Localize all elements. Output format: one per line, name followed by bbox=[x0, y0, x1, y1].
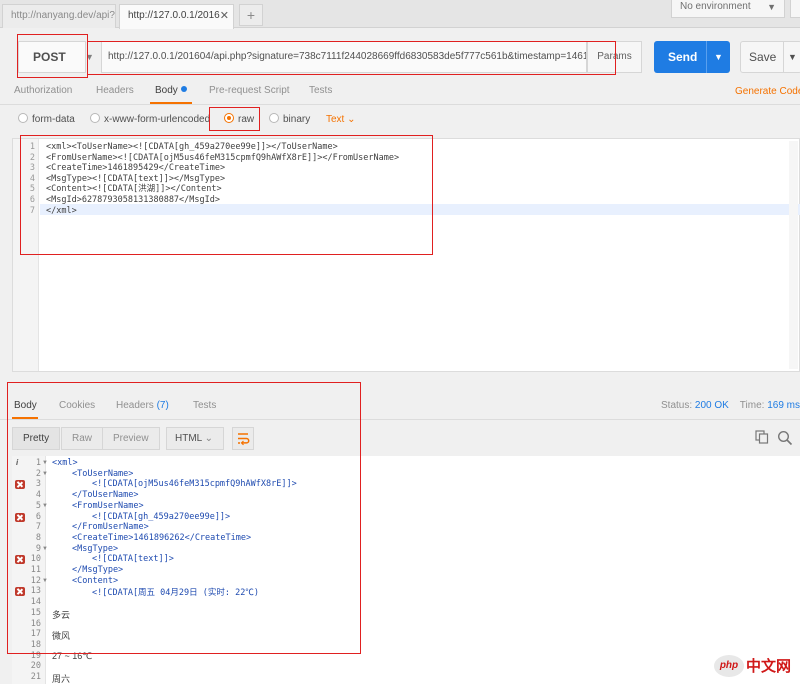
generate-code-link[interactable]: Generate Code bbox=[735, 86, 800, 97]
php-logo: php bbox=[714, 655, 744, 677]
annotation-box bbox=[87, 41, 616, 75]
close-tab-icon[interactable]: ✕ bbox=[220, 5, 229, 27]
tab-pre-request-script[interactable]: Pre-request Script bbox=[209, 85, 290, 101]
divider bbox=[0, 104, 800, 105]
watermark: php 中文网 bbox=[714, 652, 800, 684]
search-icon[interactable] bbox=[777, 430, 793, 446]
annotation-box bbox=[20, 135, 433, 255]
annotation-box bbox=[7, 382, 361, 654]
annotation-box bbox=[209, 107, 260, 131]
content-type-select[interactable]: Text ⌄ bbox=[326, 114, 356, 125]
radio-form-data[interactable]: form-data bbox=[18, 113, 75, 127]
tab-body[interactable]: Body bbox=[155, 85, 187, 101]
chevron-down-icon[interactable]: ▼ bbox=[783, 42, 800, 72]
time-value: 169 ms bbox=[767, 400, 800, 411]
radio-circle-icon bbox=[90, 113, 100, 123]
request-tab-2[interactable]: http://127.0.0.1/2016 ✕ bbox=[119, 4, 234, 29]
radio-circle-icon bbox=[269, 113, 279, 123]
content-type-label: Text bbox=[326, 114, 345, 125]
radio-label: binary bbox=[283, 114, 311, 125]
tab-authorization[interactable]: Authorization bbox=[14, 85, 72, 101]
status-label: Status: bbox=[661, 400, 693, 411]
radio-label: x-www-form-urlencoded bbox=[104, 114, 211, 125]
tab-headers[interactable]: Headers bbox=[96, 85, 134, 101]
annotation-box bbox=[17, 34, 88, 78]
chevron-down-icon: ⌄ bbox=[347, 114, 356, 125]
environment-quick-look-button[interactable] bbox=[790, 0, 800, 18]
radio-label: form-data bbox=[32, 114, 75, 125]
radio-binary[interactable]: binary bbox=[269, 113, 310, 127]
line-number: 20 bbox=[30, 661, 41, 672]
line-number: 21 bbox=[30, 672, 41, 682]
response-line: 周六 bbox=[52, 674, 71, 684]
chevron-down-icon: ▼ bbox=[767, 2, 776, 12]
tab-tests[interactable]: Tests bbox=[309, 85, 332, 101]
new-tab-button[interactable]: + bbox=[239, 4, 263, 26]
tab-body-label: Body bbox=[155, 85, 178, 96]
send-label: Send bbox=[668, 50, 698, 64]
response-meta: Status: 200 OK Time: 169 ms bbox=[661, 400, 800, 411]
modified-dot-icon bbox=[180, 86, 187, 92]
copy-icon[interactable] bbox=[755, 430, 769, 444]
environment-select[interactable]: No environment ▼ bbox=[671, 0, 785, 18]
tab-title: http://127.0.0.1/2016 bbox=[128, 10, 220, 21]
save-button[interactable]: Save ▼ bbox=[740, 41, 800, 73]
editor-scrollbar[interactable] bbox=[789, 141, 798, 369]
send-button[interactable]: Send ▼ bbox=[654, 41, 730, 73]
radio-urlencoded[interactable]: x-www-form-urlencoded bbox=[90, 113, 210, 127]
radio-circle-icon bbox=[18, 113, 28, 123]
chevron-down-icon[interactable]: ▼ bbox=[706, 41, 730, 73]
save-label: Save bbox=[749, 50, 777, 64]
status-value: 200 OK bbox=[694, 400, 729, 411]
request-tab-1[interactable]: http://nanyang.dev/api? bbox=[2, 4, 116, 28]
time-label: Time: bbox=[739, 400, 765, 411]
environment-label: No environment bbox=[680, 1, 751, 12]
watermark-text: 中文网 bbox=[746, 658, 792, 675]
